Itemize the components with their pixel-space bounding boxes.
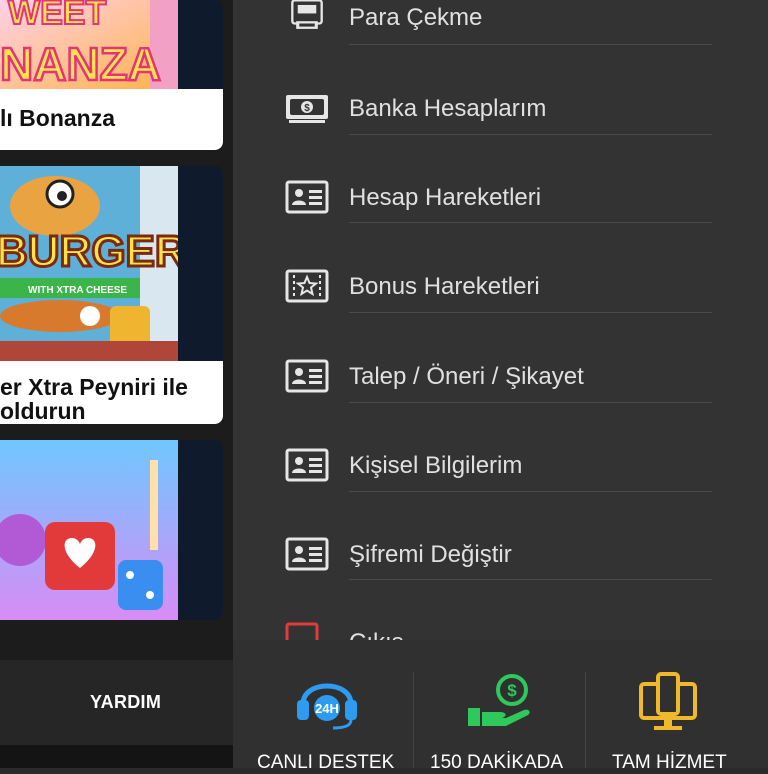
svg-text:BURGER: BURGER	[0, 227, 178, 276]
menu-item-label: Çıkış	[349, 629, 404, 640]
menu-item-account-activity[interactable]: Hesap Hareketleri	[233, 153, 768, 242]
menu-item-logout[interactable]: Çıkış	[233, 599, 768, 640]
menu-item-label: Hesap Hareketleri	[349, 184, 542, 211]
menu-item-bank-accounts[interactable]: $ Banka Hesaplarım	[233, 63, 768, 152]
svg-text:WITH XTRA CHEESE: WITH XTRA CHEESE	[28, 285, 127, 296]
bonus-ticket-icon	[285, 269, 329, 303]
atm-icon	[291, 0, 323, 29]
game-title: er Xtra Peyniri ile oldurun	[0, 361, 223, 424]
logout-icon	[285, 622, 319, 640]
svg-text:$: $	[507, 681, 517, 700]
svg-text:WEET: WEET	[8, 0, 106, 32]
svg-text:24H: 24H	[315, 701, 339, 716]
game-thumbnail	[0, 440, 178, 620]
id-card-icon	[285, 180, 329, 214]
game-thumbnail: BURGER WITH XTRA CHEESE	[0, 166, 178, 361]
game-card[interactable]: BURGER WITH XTRA CHEESE er Xtra Peyniri …	[0, 166, 223, 424]
games-panel: WEET NANZA lı Bonanza BURGER WITH XTRA C…	[0, 0, 233, 768]
svg-text:NANZA: NANZA	[0, 38, 161, 89]
live-support-label: CANLI DESTEK	[257, 752, 395, 773]
id-card-icon	[285, 359, 329, 393]
live-support-button[interactable]: 24H CANLI DESTEK	[233, 640, 413, 773]
game-card[interactable]	[0, 440, 223, 620]
menu-item-label: Para Çekme	[349, 4, 483, 31]
menu-item-requests[interactable]: Talep / Öneri / Şikayet	[233, 332, 768, 421]
banknote-icon: $	[286, 95, 328, 123]
svg-text:$: $	[304, 103, 310, 114]
menu-item-label: Banka Hesaplarım	[349, 95, 547, 122]
fast-payout-label: 150 DAKİKADA	[430, 752, 564, 773]
menu-item-bonus-activity[interactable]: Bonus Hareketleri	[233, 242, 768, 331]
full-service-button[interactable]: TAM HİZMET	[586, 640, 768, 773]
game-thumbnail: WEET NANZA	[0, 0, 178, 89]
menu-item-label: Şifremi Değiştir	[349, 541, 512, 568]
fast-payout-button[interactable]: $ 150 DAKİKADA	[414, 640, 585, 773]
account-menu: Para Çekme $ Banka Hesaplarım Hesap Hare…	[233, 0, 768, 640]
menu-item-label: Bonus Hareketleri	[349, 273, 540, 300]
full-service-label: TAM HİZMET	[612, 752, 727, 773]
money-hand-icon: $	[468, 674, 530, 726]
menu-item-label: Kişisel Bilgilerim	[349, 452, 523, 479]
menu-item-label: Talep / Öneri / Şikayet	[349, 363, 584, 390]
game-title: lı Bonanza	[0, 89, 223, 150]
support-bar: 24H CANLI DESTEK $ 150 DAKİKADA TAM HİZM…	[233, 640, 768, 773]
devices-icon	[639, 672, 697, 730]
menu-item-change-password[interactable]: Şifremi Değiştir	[233, 510, 768, 599]
id-card-icon	[285, 448, 329, 482]
headset-24h-icon: 24H	[297, 683, 357, 730]
help-button[interactable]: YARDIM	[90, 692, 161, 713]
menu-item-withdraw[interactable]: Para Çekme	[233, 0, 768, 63]
menu-item-personal-info[interactable]: Kişisel Bilgilerim	[233, 421, 768, 510]
id-card-icon	[285, 537, 329, 571]
game-card[interactable]: WEET NANZA lı Bonanza	[0, 0, 223, 150]
